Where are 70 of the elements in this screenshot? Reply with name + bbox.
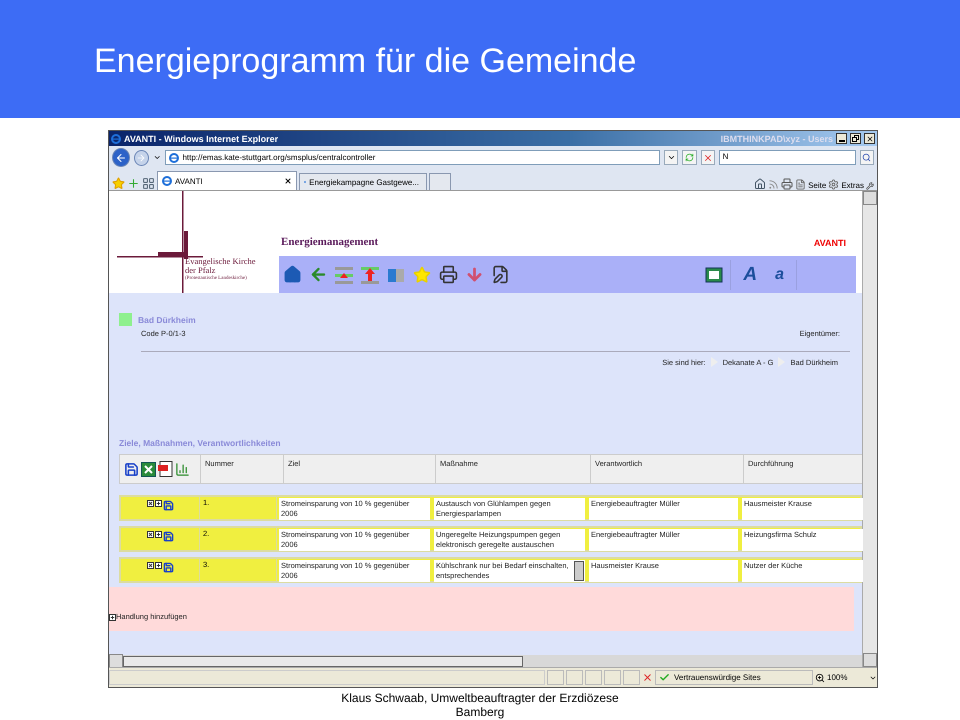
status-pane	[623, 670, 640, 685]
zoom-icon[interactable]	[815, 672, 825, 682]
expand-icon[interactable]	[109, 614, 116, 621]
caret-icon	[666, 153, 676, 162]
page-menu[interactable]: Seite	[808, 181, 826, 190]
delete-icon[interactable]	[146, 500, 154, 507]
spreadsheet-icon[interactable]	[141, 462, 156, 476]
horizontal-scrollbar[interactable]	[109, 655, 862, 667]
print-icon[interactable]	[781, 178, 794, 190]
stop-icon	[702, 152, 713, 162]
delete-icon[interactable]	[146, 531, 154, 538]
section-title: Ziele, Maßnahmen, Verantwortlichkeiten	[119, 438, 282, 448]
feed-icon[interactable]	[768, 179, 780, 190]
save-icon[interactable]	[162, 531, 174, 542]
settings-icon	[828, 179, 840, 190]
status-pane	[547, 670, 564, 685]
quick-tabs-icon[interactable]	[142, 177, 155, 190]
slide-title: Energieprogramm für die Gemeinde	[94, 40, 636, 80]
home-icon[interactable]	[754, 178, 766, 190]
slide-caption: Klaus Schwaab, Umweltbeauftragter der Erzdiözese Bamberg	[340, 691, 620, 719]
brand-label: AVANTI	[814, 238, 846, 248]
font-small-button[interactable]: a	[769, 266, 790, 284]
vertical-scrollbar[interactable]	[862, 191, 877, 667]
status-square	[119, 313, 132, 326]
favorites-star-icon[interactable]	[112, 177, 125, 190]
minimize-button[interactable]	[836, 133, 847, 144]
restore-icon	[852, 135, 859, 142]
stop-button[interactable]	[700, 150, 715, 165]
user-label: IBMTHINKPAD\xyz - Users	[720, 134, 833, 144]
save-icon[interactable]	[162, 562, 174, 573]
module-title: Energiemanagement	[281, 236, 378, 248]
status-pane	[585, 670, 602, 685]
page-icon	[795, 179, 806, 190]
security-zone: Vertrauenswürdige Sites	[674, 673, 761, 682]
history-dropdown-icon[interactable]	[153, 153, 162, 162]
address-field[interactable]: http://emas.kate-stuttgart.org/smsplus/centralcontroller	[165, 150, 660, 165]
search-button[interactable]	[860, 150, 874, 165]
home-icon[interactable]	[282, 264, 302, 286]
delete-icon[interactable]	[146, 562, 154, 569]
scrollbar-icon[interactable]	[574, 561, 584, 581]
font-large-button[interactable]: A	[737, 264, 764, 286]
dropdown-button[interactable]	[664, 150, 678, 165]
tools-menu[interactable]: Extras	[841, 181, 864, 190]
back-arrow-icon	[114, 152, 127, 164]
refresh-icon	[684, 153, 694, 162]
object-name: Bad Dürkheim	[138, 314, 196, 324]
status-pane	[604, 670, 621, 685]
check-icon	[659, 672, 670, 683]
close-icon	[866, 134, 874, 142]
restore-button[interactable]	[850, 133, 861, 144]
search-field[interactable]: N	[718, 150, 856, 165]
pdf-icon[interactable]	[158, 461, 173, 477]
zoom-level[interactable]: 100%	[827, 670, 867, 685]
browser-tab[interactable]: Energiekampagne Gastgewe...	[299, 173, 427, 190]
blocked-icon	[642, 672, 653, 683]
save-icon[interactable]	[124, 462, 139, 476]
forward-arrow-icon	[136, 152, 146, 162]
status-pane	[566, 670, 583, 685]
window-title: AVANTI - Windows Internet Explorer	[124, 134, 278, 144]
save-icon[interactable]	[162, 500, 174, 511]
back-button[interactable]	[112, 148, 130, 167]
close-button[interactable]	[864, 133, 875, 144]
print-icon[interactable]	[438, 264, 458, 286]
expand-icon[interactable]	[154, 562, 162, 569]
expand-icon[interactable]	[154, 500, 162, 507]
expand-icon[interactable]	[154, 531, 162, 538]
close-tab-icon[interactable]	[284, 177, 292, 185]
bar-chart-icon[interactable]	[175, 462, 190, 476]
search-icon	[862, 153, 872, 162]
browser-tab[interactable]: AVANTI	[157, 171, 297, 190]
